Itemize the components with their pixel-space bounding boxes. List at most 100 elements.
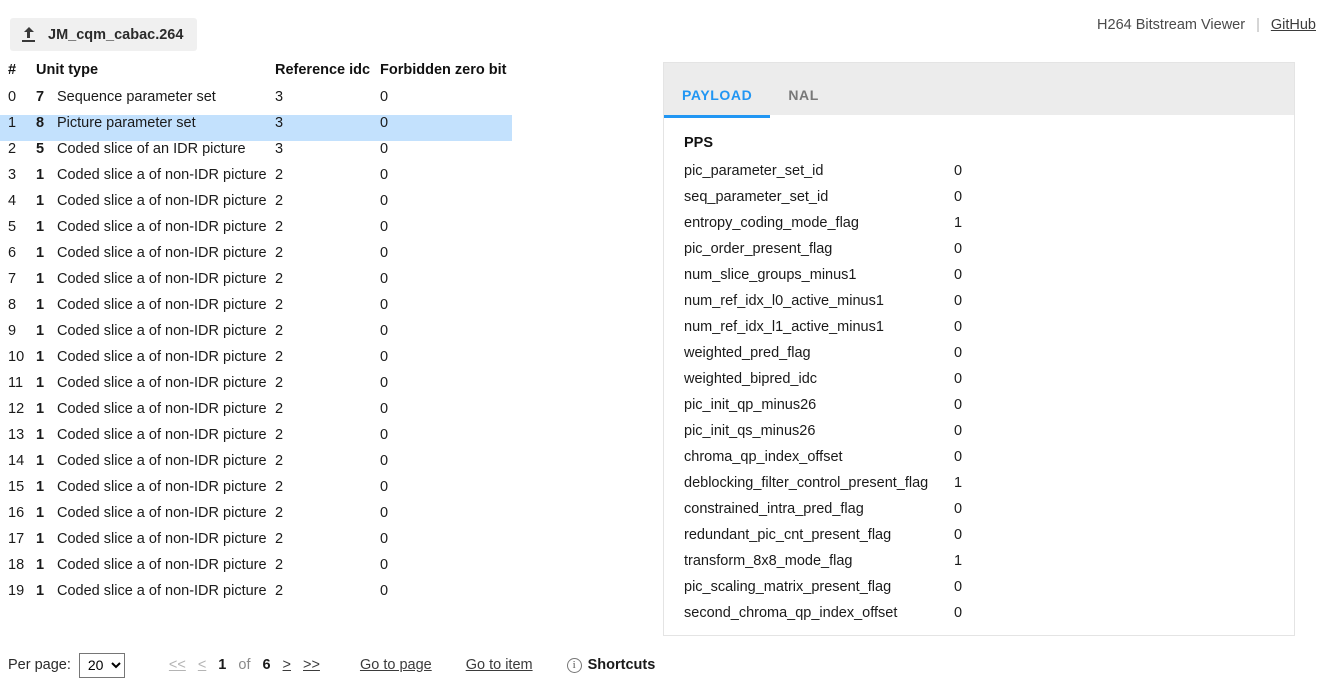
table-row[interactable]: 3 1 Coded slice a of non-IDR picture 2 0 bbox=[0, 167, 512, 193]
row-reference-idc: 2 bbox=[275, 453, 284, 469]
row-forbidden-zero-bit: 0 bbox=[380, 505, 389, 521]
table-row[interactable]: 0 7 Sequence parameter set 3 0 bbox=[0, 89, 512, 115]
tab-payload[interactable]: PAYLOAD bbox=[664, 87, 771, 118]
table-row[interactable]: 15 1 Coded slice a of non-IDR picture 2 0 bbox=[0, 479, 512, 505]
table-row[interactable]: 19 1 Coded slice a of non-IDR picture 2 0 bbox=[0, 583, 512, 609]
table-row[interactable]: 7 1 Coded slice a of non-IDR picture 2 0 bbox=[0, 271, 512, 297]
row-forbidden-zero-bit: 0 bbox=[380, 271, 389, 287]
row-forbidden-zero-bit: 0 bbox=[380, 219, 389, 235]
payload-field-value: 1 bbox=[954, 475, 963, 491]
table-row[interactable]: 17 1 Coded slice a of non-IDR picture 2 0 bbox=[0, 531, 512, 557]
row-index: 10 bbox=[8, 349, 25, 365]
row-index: 17 bbox=[8, 531, 25, 547]
row-reference-idc: 2 bbox=[275, 531, 284, 547]
payload-field-row: num_ref_idx_l0_active_minus1 0 bbox=[684, 293, 1294, 319]
payload-field-key: num_slice_groups_minus1 bbox=[684, 267, 857, 283]
row-unit-type-code: 1 bbox=[36, 323, 45, 339]
row-forbidden-zero-bit: 0 bbox=[380, 583, 389, 599]
row-unit-type-code: 1 bbox=[36, 297, 45, 313]
payload-field-row: constrained_intra_pred_flag 0 bbox=[684, 501, 1294, 527]
row-forbidden-zero-bit: 0 bbox=[380, 297, 389, 313]
table-row[interactable]: 16 1 Coded slice a of non-IDR picture 2 0 bbox=[0, 505, 512, 531]
row-unit-type-code: 1 bbox=[36, 557, 45, 573]
per-page-select[interactable]: 20 bbox=[78, 652, 125, 678]
payload-field-value: 0 bbox=[954, 319, 963, 335]
row-forbidden-zero-bit: 0 bbox=[380, 193, 389, 209]
file-upload-button[interactable]: JM_cqm_cabac.264 bbox=[10, 18, 198, 51]
payload-section-title: PPS bbox=[684, 135, 714, 151]
go-to-page-link[interactable]: Go to page bbox=[360, 657, 432, 673]
row-index: 16 bbox=[8, 505, 25, 521]
row-index: 12 bbox=[8, 401, 25, 417]
row-unit-type-name: Coded slice a of non-IDR picture bbox=[57, 219, 267, 235]
row-reference-idc: 3 bbox=[275, 89, 284, 105]
row-unit-type-name: Coded slice a of non-IDR picture bbox=[57, 167, 267, 183]
row-unit-type-code: 1 bbox=[36, 193, 45, 209]
payload-field-key: num_ref_idx_l1_active_minus1 bbox=[684, 319, 884, 335]
table-row[interactable]: 10 1 Coded slice a of non-IDR picture 2 0 bbox=[0, 349, 512, 375]
first-page-button[interactable]: << bbox=[169, 657, 186, 673]
payload-field-key: num_ref_idx_l0_active_minus1 bbox=[684, 293, 884, 309]
row-reference-idc: 2 bbox=[275, 401, 284, 417]
row-index: 19 bbox=[8, 583, 25, 599]
github-link[interactable]: GitHub bbox=[1271, 17, 1316, 33]
payload-field-value: 0 bbox=[954, 293, 963, 309]
per-page-label: Per page: bbox=[8, 657, 71, 673]
row-unit-type-code: 1 bbox=[36, 271, 45, 287]
table-row[interactable]: 9 1 Coded slice a of non-IDR picture 2 0 bbox=[0, 323, 512, 349]
row-forbidden-zero-bit: 0 bbox=[380, 401, 389, 417]
table-row[interactable]: 13 1 Coded slice a of non-IDR picture 2 0 bbox=[0, 427, 512, 453]
payload-field-key: entropy_coding_mode_flag bbox=[684, 215, 859, 231]
payload-field-key: weighted_pred_flag bbox=[684, 345, 811, 361]
table-row[interactable]: 1 8 Picture parameter set 3 0 bbox=[0, 115, 512, 141]
row-unit-type-name: Coded slice a of non-IDR picture bbox=[57, 479, 267, 495]
table-row[interactable]: 12 1 Coded slice a of non-IDR picture 2 0 bbox=[0, 401, 512, 427]
row-unit-type-code: 1 bbox=[36, 245, 45, 261]
row-index: 6 bbox=[8, 245, 17, 261]
payload-field-row: weighted_pred_flag 0 bbox=[684, 345, 1294, 371]
row-reference-idc: 2 bbox=[275, 271, 284, 287]
app-title: H264 Bitstream Viewer bbox=[1097, 17, 1246, 33]
table-row[interactable]: 6 1 Coded slice a of non-IDR picture 2 0 bbox=[0, 245, 512, 271]
current-page-number: 1 bbox=[218, 657, 227, 673]
table-row[interactable]: 14 1 Coded slice a of non-IDR picture 2 0 bbox=[0, 453, 512, 479]
shortcuts-label: Shortcuts bbox=[587, 657, 656, 673]
table-row[interactable]: 11 1 Coded slice a of non-IDR picture 2 0 bbox=[0, 375, 512, 401]
table-row[interactable]: 5 1 Coded slice a of non-IDR picture 2 0 bbox=[0, 219, 512, 245]
row-unit-type-name: Sequence parameter set bbox=[57, 89, 216, 105]
payload-tab-content: PPS pic_parameter_set_id 0 seq_parameter_s… bbox=[664, 115, 1294, 631]
row-unit-type-name: Coded slice a of non-IDR picture bbox=[57, 297, 267, 313]
payload-field-value: 0 bbox=[954, 163, 963, 179]
table-row[interactable]: 4 1 Coded slice a of non-IDR picture 2 0 bbox=[0, 193, 512, 219]
row-unit-type-name: Coded slice a of non-IDR picture bbox=[57, 271, 267, 287]
app-brand: H264 Bitstream Viewer | GitHub bbox=[1097, 17, 1316, 33]
shortcuts-button[interactable]: i Shortcuts bbox=[566, 657, 656, 673]
prev-page-button[interactable]: < bbox=[198, 657, 206, 673]
row-index: 13 bbox=[8, 427, 25, 443]
tab-nal[interactable]: NAL bbox=[770, 87, 837, 115]
payload-field-row: redundant_pic_cnt_present_flag 0 bbox=[684, 527, 1294, 553]
table-body: 0 7 Sequence parameter set 3 0 1 8 Picture para… bbox=[0, 89, 640, 609]
row-index: 18 bbox=[8, 557, 25, 573]
go-to-item-link[interactable]: Go to item bbox=[466, 657, 533, 673]
payload-field-key: pic_scaling_matrix_present_flag bbox=[684, 579, 892, 595]
payload-field-row: entropy_coding_mode_flag 1 bbox=[684, 215, 1294, 241]
row-forbidden-zero-bit: 0 bbox=[380, 323, 389, 339]
row-forbidden-zero-bit: 0 bbox=[380, 531, 389, 547]
payload-field-key: pic_init_qs_minus26 bbox=[684, 423, 816, 439]
upload-icon bbox=[21, 26, 36, 43]
row-unit-type-code: 1 bbox=[36, 375, 45, 391]
row-unit-type-code: 1 bbox=[36, 453, 45, 469]
table-row[interactable]: 8 1 Coded slice a of non-IDR picture 2 0 bbox=[0, 297, 512, 323]
uploaded-file-name: JM_cqm_cabac.264 bbox=[48, 26, 184, 43]
row-reference-idc: 2 bbox=[275, 219, 284, 235]
detail-panel: PAYLOAD NAL PPS pic_parameter_set_id 0 seq_… bbox=[663, 62, 1295, 636]
table-row[interactable]: 2 5 Coded slice of an IDR picture 3 0 bbox=[0, 141, 512, 167]
table-row[interactable]: 18 1 Coded slice a of non-IDR picture 2 0 bbox=[0, 557, 512, 583]
row-unit-type-code: 1 bbox=[36, 349, 45, 365]
row-reference-idc: 2 bbox=[275, 193, 284, 209]
last-page-button[interactable]: >> bbox=[303, 657, 320, 673]
payload-field-row: deblocking_filter_control_present_flag 1 bbox=[684, 475, 1294, 501]
row-unit-type-code: 1 bbox=[36, 219, 45, 235]
next-page-button[interactable]: > bbox=[283, 657, 291, 673]
